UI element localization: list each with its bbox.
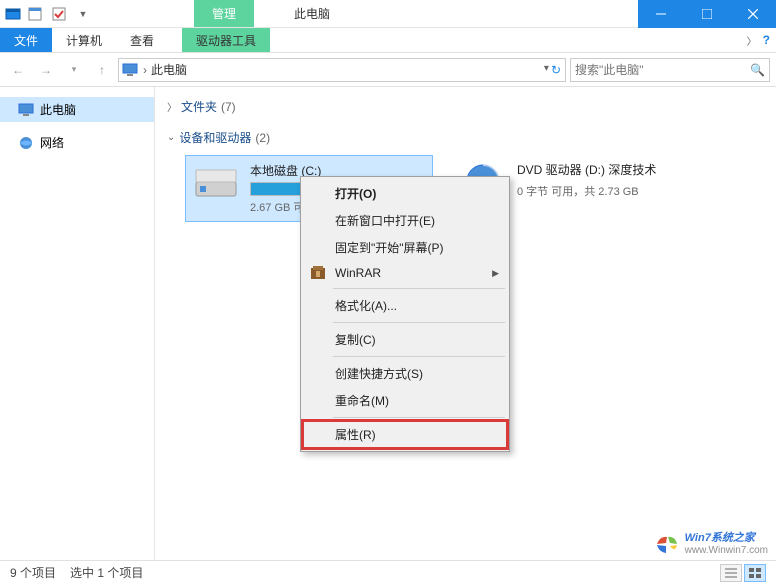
group-folders[interactable]: 〉 文件夹 (7) [167,95,764,118]
group-devices-label: 设备和驱动器 [179,129,251,146]
maximize-button[interactable] [684,0,730,28]
menu-separator [333,288,505,289]
window-title: 此电脑 [254,0,638,27]
breadcrumb-sep: › [143,63,147,77]
navbar: ← → ▾ ↑ › 此电脑 ▾ ↻ 🔍 [0,53,776,87]
view-details-button[interactable] [720,564,742,582]
system-menu-icon[interactable] [4,5,22,23]
close-button[interactable] [730,0,776,28]
tree-label-this-pc: 此电脑 [40,101,76,118]
search-input[interactable] [575,63,750,77]
pc-icon [18,102,34,118]
menu-properties[interactable]: 属性(R) [303,421,507,448]
menu-copy[interactable]: 复制(C) [303,326,507,353]
nav-up-button[interactable]: ↑ [90,58,114,82]
status-selected-count: 选中 1 个项目 [70,564,143,581]
quick-access-toolbar: ▼ [0,0,94,27]
minimize-button[interactable] [638,0,684,28]
refresh-icon[interactable]: ↻ [551,63,561,77]
help-icon[interactable]: ? [763,33,770,47]
tree-label-network: 网络 [40,134,64,151]
statusbar: 9 个项目 选中 1 个项目 [0,560,776,584]
watermark: Win7系统之家 www.Winwin7.com [653,530,768,558]
contextual-tab-label: 管理 [194,0,254,27]
tab-file[interactable]: 文件 [0,28,52,52]
group-devices[interactable]: ⌄ 设备和驱动器 (2) [167,126,764,149]
winrar-icon [309,264,327,282]
location-pc-icon [121,61,139,79]
menu-separator [333,356,505,357]
nav-forward-button[interactable]: → [34,58,58,82]
menu-separator [333,322,505,323]
context-menu: 打开(O) 在新窗口中打开(E) 固定到"开始"屏幕(P) WinRAR 格式化… [300,176,510,452]
watermark-logo-icon [653,530,681,558]
watermark-line1: Win7系统之家 [685,532,768,544]
ribbon: 文件 计算机 查看 驱动器工具 〉 ? [0,28,776,53]
qat-properties-icon[interactable] [24,3,46,25]
tree-item-network[interactable]: 网络 [0,130,154,155]
address-dropdown-icon[interactable]: ▾ [544,63,549,77]
chevron-down-icon: ⌄ [167,132,175,143]
view-large-icons-button[interactable] [744,564,766,582]
drive-d-name: DVD 驱动器 (D:) 深度技术 [517,161,695,178]
nav-history-dropdown[interactable]: ▾ [62,58,86,82]
group-devices-count: (2) [255,131,270,145]
menu-pin-start[interactable]: 固定到"开始"屏幕(P) [303,234,507,261]
ribbon-expand-icon[interactable]: 〉 [747,33,757,48]
menu-winrar[interactable]: WinRAR [303,261,507,285]
nav-tree: 此电脑 网络 [0,87,155,560]
titlebar: ▼ 管理 此电脑 [0,0,776,28]
tab-computer[interactable]: 计算机 [52,28,116,52]
drive-d-stats: 0 字节 可用，共 2.73 GB [517,183,695,199]
menu-create-shortcut[interactable]: 创建快捷方式(S) [303,360,507,387]
menu-rename[interactable]: 重命名(M) [303,387,507,414]
search-box[interactable]: 🔍 [570,58,770,82]
group-folders-count: (7) [221,100,236,114]
qat-checkbox-icon[interactable] [48,3,70,25]
group-folders-label: 文件夹 [181,98,217,115]
menu-open-new-window[interactable]: 在新窗口中打开(E) [303,207,507,234]
tab-view[interactable]: 查看 [116,28,168,52]
chevron-right-icon: 〉 [167,99,177,114]
tree-item-this-pc[interactable]: 此电脑 [0,97,154,122]
watermark-line2: www.Winwin7.com [685,545,768,556]
menu-open[interactable]: 打开(O) [303,180,507,207]
nav-back-button[interactable]: ← [6,58,30,82]
address-bar[interactable]: › 此电脑 ▾ ↻ [118,58,566,82]
network-icon [18,135,34,151]
window-controls [638,0,776,27]
menu-separator [333,417,505,418]
status-item-count: 9 个项目 [10,564,56,581]
hdd-icon [192,162,240,202]
menu-format[interactable]: 格式化(A)... [303,292,507,319]
breadcrumb-this-pc[interactable]: 此电脑 [151,61,187,78]
tab-drive-tools[interactable]: 驱动器工具 [182,28,270,52]
ribbon-right: 〉 ? [747,28,776,52]
search-icon[interactable]: 🔍 [750,63,765,77]
qat-dropdown-icon[interactable]: ▼ [72,3,94,25]
